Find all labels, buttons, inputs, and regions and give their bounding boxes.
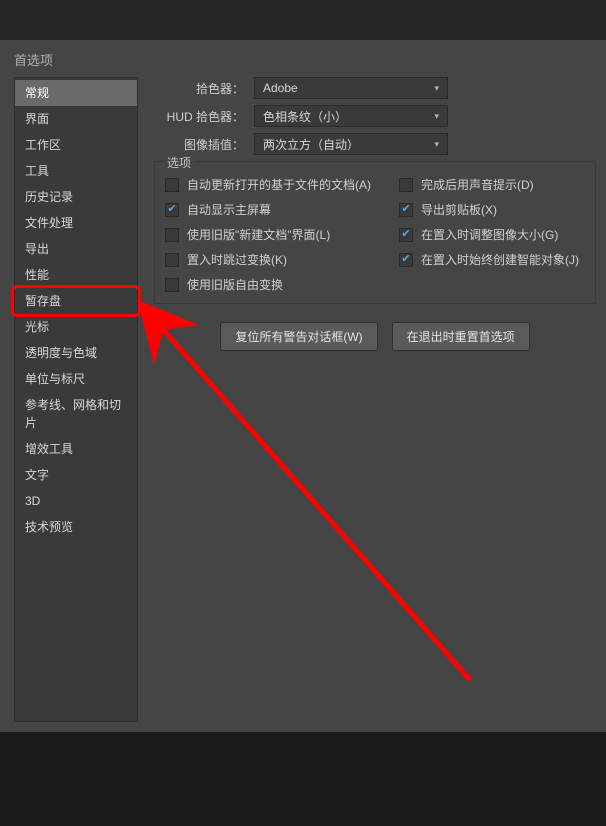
checkbox-unchecked-icon <box>165 278 179 292</box>
sidebar-item[interactable]: 工具 <box>15 158 137 184</box>
sidebar-item[interactable]: 光标 <box>15 314 137 340</box>
preferences-sidebar: 常规界面工作区工具历史记录文件处理导出性能暂存盘光标透明度与色域单位与标尺参考线… <box>14 77 138 722</box>
interp-row: 图像插值： 两次立方（自动） ▾ <box>154 133 596 155</box>
sidebar-item[interactable]: 历史记录 <box>15 184 137 210</box>
reset-on-quit-button[interactable]: 在退出时重置首选项 <box>392 322 530 351</box>
app-topstrip <box>0 0 606 40</box>
option-checkbox[interactable]: 完成后用声音提示(D) <box>399 176 585 193</box>
option-label: 使用旧版"新建文档"界面(L) <box>187 226 330 243</box>
sidebar-item[interactable]: 暂存盘 <box>15 288 137 314</box>
option-checkbox[interactable]: 在置入时调整图像大小(G) <box>399 226 585 243</box>
option-checkbox[interactable]: 使用旧版自由变换 <box>165 276 395 293</box>
checkbox-checked-icon <box>399 203 413 217</box>
sidebar-item[interactable]: 文件处理 <box>15 210 137 236</box>
sidebar-item[interactable]: 常规 <box>15 80 137 106</box>
dialog-title: 首选项 <box>0 40 606 77</box>
option-label: 置入时跳过变换(K) <box>187 251 287 268</box>
reset-warnings-button[interactable]: 复位所有警告对话框(W) <box>220 322 377 351</box>
hud-picker-row: HUD 拾色器： 色相条纹（小） ▾ <box>154 105 596 127</box>
chevron-down-icon: ▾ <box>434 139 439 150</box>
hud-picker-value: 色相条纹（小） <box>263 108 347 125</box>
chevron-down-icon: ▾ <box>434 111 439 122</box>
hud-picker-label: HUD 拾色器： <box>154 108 254 125</box>
color-picker-label: 拾色器： <box>154 80 254 97</box>
option-checkbox[interactable]: 置入时跳过变换(K) <box>165 251 395 268</box>
options-fieldset: 选项 自动更新打开的基于文件的文档(A)完成后用声音提示(D)自动显示主屏幕导出… <box>154 161 596 304</box>
checkbox-unchecked-icon <box>165 178 179 192</box>
sidebar-item[interactable]: 导出 <box>15 236 137 262</box>
sidebar-item[interactable]: 技术预览 <box>15 514 137 540</box>
option-label: 在置入时调整图像大小(G) <box>421 226 558 243</box>
sidebar-item[interactable]: 性能 <box>15 262 137 288</box>
option-label: 完成后用声音提示(D) <box>421 176 534 193</box>
sidebar-item[interactable]: 增效工具 <box>15 436 137 462</box>
option-checkbox[interactable]: 导出剪贴板(X) <box>399 201 585 218</box>
option-label: 导出剪贴板(X) <box>421 201 497 218</box>
sidebar-item[interactable]: 界面 <box>15 106 137 132</box>
checkbox-unchecked-icon <box>399 178 413 192</box>
buttons-row: 复位所有警告对话框(W) 在退出时重置首选项 <box>154 322 596 351</box>
sidebar-item[interactable]: 工作区 <box>15 132 137 158</box>
sidebar-item[interactable]: 参考线、网格和切片 <box>15 392 137 436</box>
checkbox-checked-icon <box>165 203 179 217</box>
sidebar-item[interactable]: 透明度与色域 <box>15 340 137 366</box>
chevron-down-icon: ▾ <box>434 83 439 94</box>
color-picker-row: 拾色器： Adobe ▾ <box>154 77 596 99</box>
dialog-body: 常规界面工作区工具历史记录文件处理导出性能暂存盘光标透明度与色域单位与标尺参考线… <box>0 77 606 732</box>
options-legend: 选项 <box>163 154 195 171</box>
option-label: 自动更新打开的基于文件的文档(A) <box>187 176 371 193</box>
checkbox-unchecked-icon <box>165 253 179 267</box>
option-label: 在置入时始终创建智能对象(J) <box>421 251 579 268</box>
option-checkbox[interactable]: 在置入时始终创建智能对象(J) <box>399 251 585 268</box>
hud-picker-select[interactable]: 色相条纹（小） ▾ <box>254 105 448 127</box>
color-picker-value: Adobe <box>263 81 298 95</box>
sidebar-item[interactable]: 3D <box>15 488 137 514</box>
checkbox-unchecked-icon <box>165 228 179 242</box>
sidebar-item[interactable]: 文字 <box>15 462 137 488</box>
color-picker-select[interactable]: Adobe ▾ <box>254 77 448 99</box>
interp-select[interactable]: 两次立方（自动） ▾ <box>254 133 448 155</box>
option-checkbox[interactable]: 自动显示主屏幕 <box>165 201 395 218</box>
interp-label: 图像插值： <box>154 136 254 153</box>
preferences-dialog: 首选项 常规界面工作区工具历史记录文件处理导出性能暂存盘光标透明度与色域单位与标… <box>0 40 606 732</box>
option-checkbox[interactable]: 自动更新打开的基于文件的文档(A) <box>165 176 395 193</box>
checkbox-checked-icon <box>399 228 413 242</box>
interp-value: 两次立方（自动） <box>263 136 359 153</box>
option-label: 自动显示主屏幕 <box>187 201 271 218</box>
sidebar-item[interactable]: 单位与标尺 <box>15 366 137 392</box>
option-label: 使用旧版自由变换 <box>187 276 283 293</box>
checkbox-checked-icon <box>399 253 413 267</box>
preferences-content: 拾色器： Adobe ▾ HUD 拾色器： 色相条纹（小） ▾ 图像插值： 两次… <box>138 77 596 722</box>
options-grid: 自动更新打开的基于文件的文档(A) 完成后用声音提示(D) 自动显示主屏幕 导出剪贴板… <box>165 176 585 293</box>
option-checkbox[interactable]: 使用旧版"新建文档"界面(L) <box>165 226 395 243</box>
